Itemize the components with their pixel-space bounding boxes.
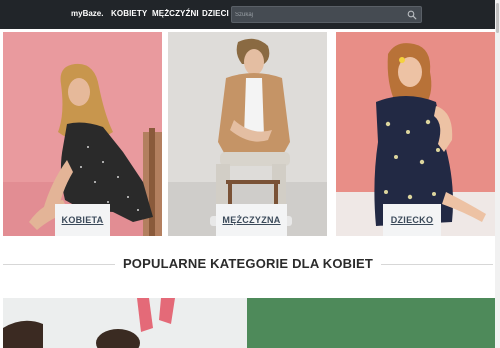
card-label-text[interactable]: KOBIETA xyxy=(62,215,104,225)
nav-link-dzieci[interactable]: DZIECI xyxy=(202,9,229,18)
promo-tile-right[interactable] xyxy=(247,298,496,348)
category-card-kobieta[interactable]: KOBIETA xyxy=(3,32,162,236)
promo-tile-left[interactable] xyxy=(3,298,247,348)
card-label-mezczyzna[interactable]: MĘŻCZYZNA xyxy=(216,204,287,236)
category-card-dziecko[interactable]: DZIECKO xyxy=(336,32,495,236)
nav-link-mezczyzni[interactable]: MĘŻCZYŹNI xyxy=(152,9,199,18)
search-box xyxy=(231,6,422,23)
promo-photo-left xyxy=(3,298,247,348)
scrollbar-thumb[interactable] xyxy=(496,3,499,33)
top-navbar: myBaze. KOBIETY MĘŻCZYŹNI DZIECI xyxy=(0,0,500,29)
page-scrollbar[interactable] xyxy=(495,0,500,348)
card-label-kobieta[interactable]: KOBIETA xyxy=(55,204,110,236)
section-title: POPULARNE KATEGORIE DLA KOBIET xyxy=(122,256,374,271)
card-label-text[interactable]: DZIECKO xyxy=(391,215,434,225)
category-card-mezczyzna[interactable]: MĘŻCZYZNA xyxy=(168,32,327,236)
card-label-dziecko[interactable]: DZIECKO xyxy=(383,204,441,236)
search-icon[interactable] xyxy=(407,10,417,20)
brand-logo[interactable]: myBaze. xyxy=(71,9,103,18)
card-label-text[interactable]: MĘŻCZYZNA xyxy=(222,215,280,225)
nav-link-kobiety[interactable]: KOBIETY xyxy=(111,9,147,18)
search-input[interactable] xyxy=(235,9,405,21)
